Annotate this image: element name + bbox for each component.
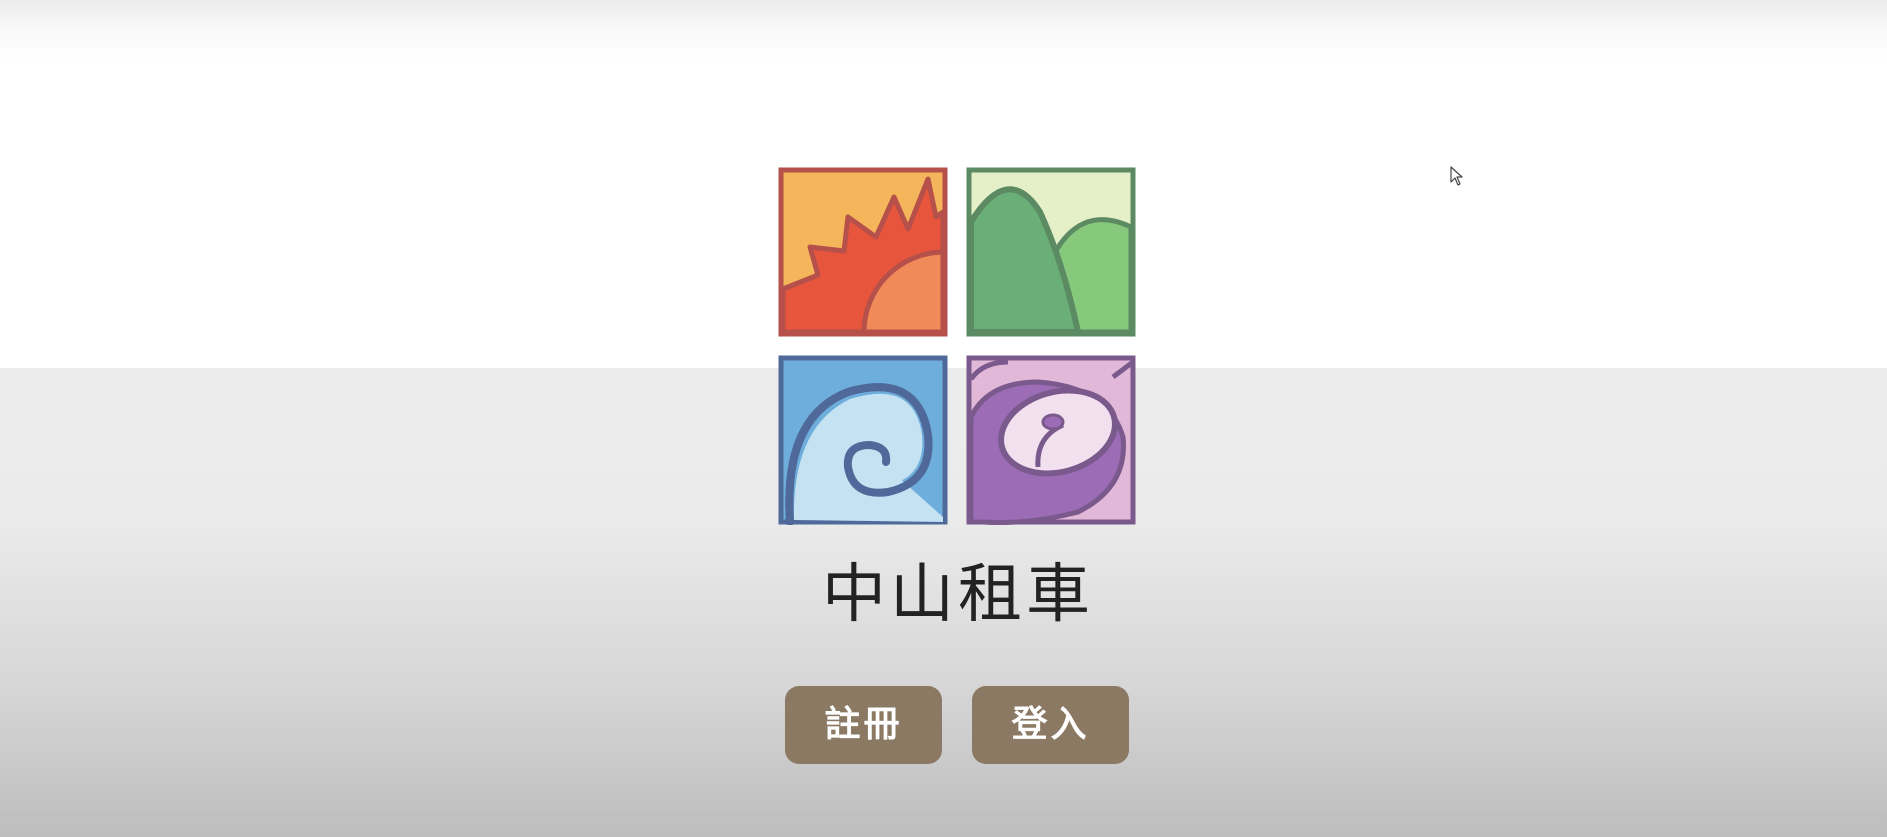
wave-icon bbox=[778, 355, 948, 525]
flower-icon bbox=[966, 355, 1136, 525]
login-button[interactable]: 登入 bbox=[972, 686, 1129, 764]
sun-icon bbox=[778, 167, 948, 337]
mountain-icon bbox=[966, 167, 1136, 337]
brand-name: 中山租車 bbox=[822, 558, 1094, 632]
register-button[interactable]: 註冊 bbox=[785, 686, 942, 764]
brand-logo bbox=[778, 167, 1136, 525]
mouse-pointer-icon bbox=[1450, 166, 1464, 186]
landing-page: 中山租車 註冊 登入 bbox=[0, 0, 1887, 837]
